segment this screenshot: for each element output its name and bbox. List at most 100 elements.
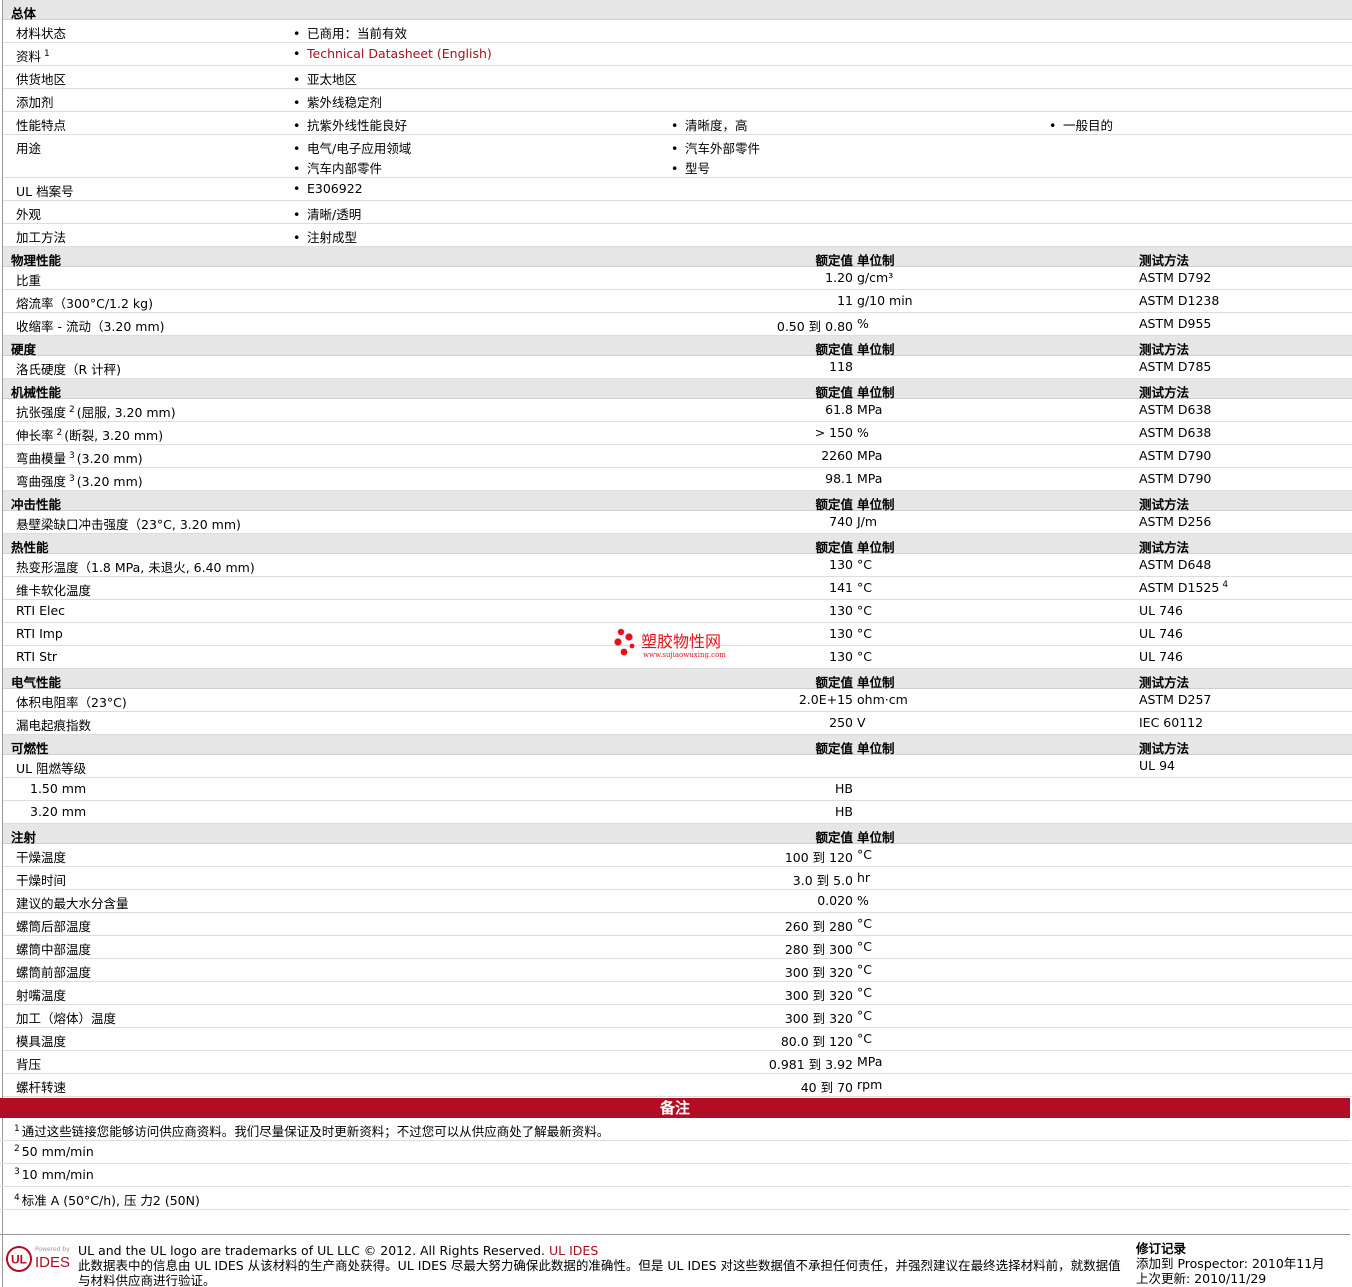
revision-added: 添加到 Prospector: 2010年11月 [1136, 1256, 1325, 1271]
test-method: ASTM D638 [1139, 425, 1212, 440]
value-text: 注射成型 [307, 230, 358, 245]
property-value: 280 到 300 [784, 942, 853, 957]
note-text: 1 通过这些链接您能够访问供应商资料。我们尽量保证及时更新资料；不过您可以从供应商… [11, 1121, 609, 1140]
property-row: 漏电起痕指数 250 V IEC 60112 [3, 712, 1352, 735]
bullet-value: 型号 [671, 158, 710, 177]
value-text: 清晰/透明 [307, 207, 362, 222]
property-row: 洛氏硬度（R 计秤) 118 ASTM D785 [3, 356, 1352, 379]
test-method: ASTM D790 [1139, 448, 1212, 463]
property-label: 射嘴温度 [16, 988, 67, 1003]
row-label: 供货地区 [16, 72, 67, 87]
bullet-icon [293, 118, 307, 133]
bullet-value: 抗紫外线性能良好 [293, 115, 407, 134]
property-value: 300 到 320 [784, 1011, 853, 1026]
bullet-value: Technical Datasheet (English) [293, 46, 492, 61]
datasheet-link[interactable]: Technical Datasheet (English) [307, 46, 492, 61]
ul-ides-link[interactable]: UL IDES [549, 1243, 598, 1258]
general-row: 资料1 Technical Datasheet (English) [3, 43, 1352, 66]
test-method: ASTM D792 [1139, 270, 1212, 285]
note-number: 2 [14, 1144, 20, 1154]
property-row: 螺筒中部温度 280 到 300 °C [3, 936, 1352, 959]
property-unit: °C [857, 847, 872, 862]
property-value: 0.981 到 3.92 [768, 1057, 853, 1072]
property-row: 3.20 mm HB [3, 801, 1352, 824]
section-header: 热性能 额定值 单位制 测试方法 [3, 534, 1352, 555]
ul-ides-logo: UL Powered by IDES [6, 1246, 70, 1272]
property-value: 740 [829, 514, 853, 529]
bullet-value: 亚太地区 [293, 69, 357, 88]
svg-text:塑胶物性网: 塑胶物性网 [641, 632, 721, 651]
property-unit: ohm·cm [857, 692, 908, 707]
property-row: 干燥时间 3.0 到 5.0 hr [3, 867, 1352, 890]
note-number: 1 [14, 1124, 20, 1134]
section-header: 注射 额定值 单位制 [3, 824, 1352, 845]
general-row: 外观 清晰/透明 [3, 201, 1352, 224]
section-header: 硬度 额定值 单位制 测试方法 [3, 336, 1352, 357]
property-unit: J/m [857, 514, 878, 529]
row-label: 用途 [16, 141, 42, 156]
property-label: 螺筒中部温度 [16, 942, 92, 957]
property-label: 螺筒前部温度 [16, 965, 92, 980]
svg-text:www.sujiaowuxing.com: www.sujiaowuxing.com [643, 651, 726, 659]
property-label: 熔流率（300°C/1.2 kg) [16, 296, 153, 311]
property-row: 螺杆转速 40 到 70 rpm [3, 1074, 1352, 1097]
value-text: 电气/电子应用领域 [307, 141, 412, 156]
property-row: 建议的最大水分含量 0.020% [3, 890, 1352, 913]
section-header-general: 总体 [3, 0, 1352, 21]
bullet-icon [293, 207, 307, 222]
property-row: 螺筒后部温度 260 到 280 °C [3, 913, 1352, 936]
value-text: 汽车外部零件 [685, 141, 761, 156]
bullet-icon [671, 161, 685, 176]
footnote-ref: 4 [1222, 580, 1229, 590]
property-condition: (3.20 mm) [76, 474, 143, 489]
note-number: 4 [14, 1193, 20, 1203]
property-value: 2260 [821, 448, 853, 463]
property-unit: °C [857, 962, 872, 977]
property-unit: °C [857, 916, 872, 931]
section-header: 机械性能 额定值 单位制 测试方法 [3, 379, 1352, 400]
property-row: 加工（熔体）温度 300 到 320 °C [3, 1005, 1352, 1028]
bullet-icon [293, 26, 307, 41]
property-row: 抗张强度 2 (屈服, 3.20 mm) 61.8 MPa ASTM D638 [3, 399, 1352, 422]
section-header: 可燃性 额定值 单位制 测试方法 [3, 735, 1352, 756]
note-row: 2 50 mm/min [0, 1141, 1350, 1164]
bullet-value: 一般目的 [1049, 115, 1113, 134]
test-method: IEC 60112 [1139, 715, 1204, 730]
value-text: E306922 [307, 181, 363, 196]
revision-history: 修订记录 添加到 Prospector: 2010年11月 上次更新: 2010… [1136, 1241, 1350, 1286]
property-unit: °C [857, 1031, 872, 1046]
note-row: 4 标准 A (50°C/h), 压 力2 (50N) [0, 1187, 1350, 1210]
property-label: 建议的最大水分含量 [16, 896, 129, 911]
property-unit: °C [857, 603, 872, 618]
property-row: RTI Elec 130 °C UL 746 [3, 600, 1352, 623]
bullet-value: 注射成型 [293, 227, 357, 246]
property-label: 抗张强度 2 (屈服, 3.20 mm) [16, 405, 176, 420]
section-header: 电气性能 额定值 单位制 测试方法 [3, 669, 1352, 690]
note-body: 50 mm/min [21, 1144, 94, 1159]
property-value: 11 [837, 293, 853, 308]
row-label: 资料 1 [16, 49, 50, 64]
property-row: 比重 1.20 g/cm³ ASTM D792 [3, 267, 1352, 290]
notes-header: 备注 [0, 1098, 1350, 1118]
property-unit: % [857, 893, 869, 908]
property-label: UL 阻燃等级 [16, 761, 87, 776]
note-number: 3 [14, 1167, 20, 1177]
property-value: 300 到 320 [784, 965, 853, 980]
footer: UL Powered by IDES UL and the UL logo ar… [0, 1234, 1350, 1287]
test-method: ASTM D257 [1139, 692, 1212, 707]
row-label: 添加剂 [16, 95, 54, 110]
property-unit: MPa [857, 448, 883, 463]
property-row: 伸长率 2 (断裂, 3.20 mm) > 150% ASTM D638 [3, 422, 1352, 445]
section-header: 冲击性能 额定值 单位制 测试方法 [3, 491, 1352, 512]
property-row: 1.50 mm HB [3, 778, 1352, 801]
property-value: 0.50 到 0.80 [776, 319, 853, 334]
note-text: 3 10 mm/min [11, 1167, 94, 1182]
property-value: 118 [829, 359, 853, 374]
property-label: 维卡软化温度 [16, 583, 92, 598]
property-value: 130 [829, 603, 853, 618]
property-unit: % [857, 316, 869, 331]
row-label: 性能特点 [16, 118, 67, 133]
property-unit: g/10 min [857, 293, 913, 308]
property-value: 61.8 [825, 402, 853, 417]
property-label: 加工（熔体）温度 [16, 1011, 117, 1026]
